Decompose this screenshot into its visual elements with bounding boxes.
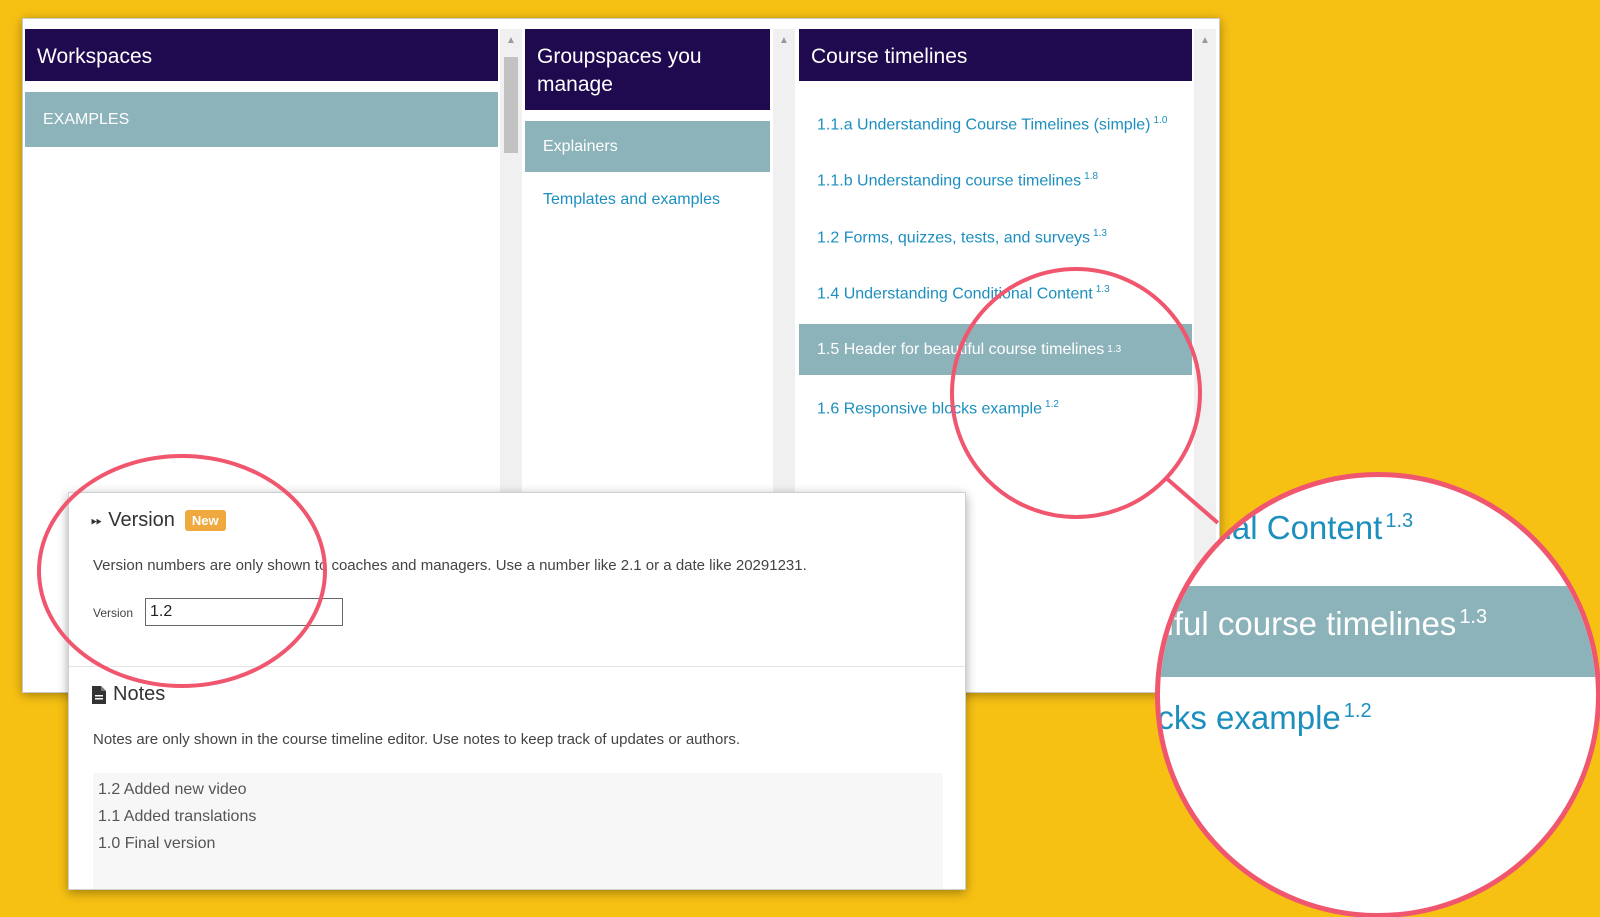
version-superscript: 1.3: [1093, 227, 1107, 239]
course-timeline-label: 1.1.b Understanding course timelines: [817, 172, 1082, 190]
scroll-thumb[interactable]: [504, 57, 518, 153]
version-superscript: 1.8: [1084, 171, 1099, 183]
course-timeline-label: 1.1.a Understanding Course Timelines (si…: [817, 116, 1151, 134]
course-timelines-header: Course timelines: [799, 29, 1192, 81]
scroll-up-icon[interactable]: ▲: [1194, 35, 1216, 46]
magnifier-line: utiful course timelines 1.3: [1155, 605, 1488, 643]
course-timeline-label: 1.2 Forms, quizzes, tests, and surveys: [817, 228, 1090, 246]
notes-textarea[interactable]: 1.2 Added new video 1.1 Added translatio…: [93, 773, 943, 889]
magnifier-line: ditional Content 1.3: [1155, 509, 1414, 547]
groupspaces-header: Groupspaces you manage: [525, 29, 770, 110]
course-timeline-item[interactable]: 1.1.b Understanding course timelines 1.8: [799, 151, 1192, 207]
version-superscript: 1.0: [1153, 115, 1168, 126]
course-timeline-item[interactable]: 1.1.a Understanding Course Timelines (si…: [799, 95, 1192, 151]
workspaces-header: Workspaces: [25, 29, 498, 81]
magnifier-text: utiful course timelines: [1155, 605, 1457, 642]
magnifier-line: ocks example 1.2: [1155, 699, 1372, 737]
scroll-up-icon[interactable]: ▲: [500, 35, 522, 46]
groupspace-item-explainers[interactable]: Explainers: [525, 121, 770, 172]
scroll-up-icon[interactable]: ▲: [773, 35, 795, 46]
course-timeline-item[interactable]: 1.2 Forms, quizzes, tests, and surveys 1.…: [799, 208, 1192, 264]
notes-line: 1.2 Added new video: [98, 781, 247, 798]
highlight-circle: [950, 267, 1202, 519]
magnifier-text: ditional Content: [1155, 509, 1383, 546]
magnifier-circle: ditional Content 1.3 utiful course timeli…: [1155, 472, 1600, 917]
notes-line: 1.0 Final version: [98, 835, 216, 852]
document-icon: [92, 685, 106, 704]
highlight-circle: [37, 454, 327, 688]
magnifier-version: 1.3: [1385, 510, 1414, 532]
notes-help-text: Notes are only shown in the course timel…: [93, 731, 741, 748]
workspace-item-examples[interactable]: EXAMPLES: [25, 92, 498, 147]
notes-line: 1.1 Added translations: [98, 808, 257, 825]
groupspace-item-templates[interactable]: Templates and examples: [525, 172, 770, 228]
magnifier-version: 1.2: [1343, 700, 1372, 722]
magnifier-text: ocks example: [1155, 699, 1341, 736]
magnifier-version: 1.3: [1459, 606, 1488, 628]
notes-section-title: Notes: [91, 683, 165, 706]
